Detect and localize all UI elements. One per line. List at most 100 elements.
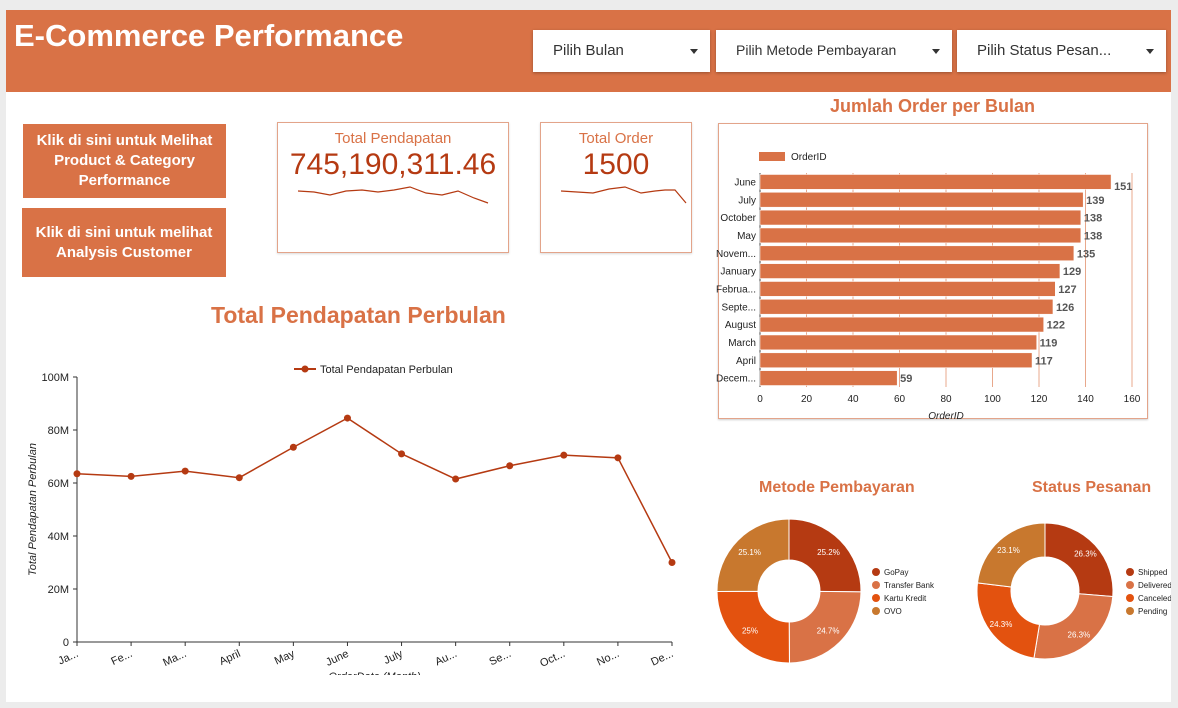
bar-value-label: 119 [1040,337,1058,349]
bar-value-label: 139 [1086,195,1104,207]
legend-marker [872,594,880,602]
revenue-sparkline [297,186,489,204]
y-tick-label: July [738,195,756,206]
x-tick-label: 120 [1031,394,1048,405]
legend-marker [872,568,880,576]
status-donut-chart: 26.3% 26.3% 24.3% 23.1% Shipped Delivered Canc… [976,522,1171,660]
x-axis-title: OrderDate (Month) [328,671,421,675]
y-axis-title: Total Pendapatan Perbulan [27,443,39,576]
y-tick-label: January [720,267,756,278]
data-point [398,450,406,458]
chevron-down-icon [690,49,698,54]
data-point [614,454,622,462]
bar-value-label: 117 [1035,355,1053,367]
bar-value-label: 122 [1047,320,1065,332]
data-point [127,472,135,480]
legend-label: Kartu Kredit [884,594,927,603]
donut-slice [1044,522,1114,598]
legend-marker [872,607,880,615]
slice-value-label: 25.1% [738,548,761,557]
x-tick-label: 140 [1077,394,1094,405]
orders-scorecard-value: 1500 [582,148,650,181]
status-pie-title: Status Pesanan [1032,479,1152,496]
legend-label: Total Pendapatan Perbulan [320,364,453,376]
legend-label: Shipped [1138,568,1167,577]
header-bar: E-Commerce Performance Pilih Bulan Pilih… [6,10,1171,92]
y-tick-label: June [734,177,756,188]
analysis-customer-button[interactable]: Klik di sini untuk melihat Analysis Cust… [22,208,226,277]
bar-value-label: 151 [1114,181,1132,193]
x-tick-label: Fe... [109,648,134,668]
y-tick-label: August [725,320,756,331]
x-tick-label: June [324,648,351,669]
bar [759,192,1084,208]
revenue-scorecard-value: 745,190,311.46 [289,148,497,181]
legend-marker [872,581,880,589]
payment-filter-dropdown[interactable]: Pilih Metode Pembayaran [716,30,952,72]
data-point [73,470,81,478]
legend-marker [1126,607,1134,615]
y-tick-label: Novem... [716,249,756,260]
bar [759,334,1037,351]
slice-value-label: 26.3% [1074,550,1097,559]
bar [759,245,1075,261]
y-tick-label: 0 [63,637,69,649]
data-point [235,474,243,482]
orders-bar-chart: OrderID 0 20 40 60 80 100 120 140 160 June 151 July 1… [716,152,1141,422]
x-tick-label: 40 [847,394,859,405]
x-tick-label: Se... [487,648,513,668]
legend-label: Pending [1138,607,1167,616]
bar [759,263,1061,279]
status-filter-dropdown[interactable]: Pilih Status Pesan... [957,30,1166,72]
bar-value-label: 59 [900,373,912,385]
dashboard-canvas: E-Commerce Performance Pilih Bulan Pilih… [6,10,1171,702]
month-filter-dropdown[interactable]: Pilih Bulan [533,30,710,72]
x-tick-label: 80 [940,394,952,405]
x-tick-label: Ma... [161,648,188,669]
x-axis-title: OrderID [928,411,964,422]
bar-value-label: 135 [1077,248,1095,260]
y-tick-label: Decem... [716,374,756,385]
slice-value-label: 24.7% [817,626,840,635]
x-tick-label: 0 [757,394,763,405]
bar [759,174,1112,190]
donut-slice [1033,593,1114,660]
orders-sparkline [560,186,687,204]
chevron-down-icon [1146,49,1154,54]
slice-value-label: 25.2% [817,548,840,557]
orders-scorecard: Total Order 1500 [540,122,692,253]
y-tick-label: 40M [48,531,69,543]
legend-marker [1126,581,1134,589]
revenue-line-chart: Total Pendapatan Perbulan 0 20M 40M 60M 80M 10… [27,364,676,675]
y-tick-label: 60M [48,478,69,490]
orders-scorecard-label: Total Order [578,130,654,147]
x-tick-label: Au... [433,648,459,668]
month-filter-label: Pilih Bulan [553,42,624,59]
legend-swatch [759,152,785,161]
bar-value-label: 129 [1063,266,1081,278]
slice-value-label: 26.3% [1068,630,1091,639]
slice-value-label: 25% [742,626,758,635]
bar-value-label: 138 [1084,213,1102,225]
legend-label: OrderID [791,152,827,163]
page-title: E-Commerce Performance [14,18,404,53]
revenue-scorecard: Total Pendapatan 745,190,311.46 [277,122,509,253]
y-tick-label: October [720,213,756,224]
y-tick-label: 100M [41,372,69,384]
legend-label: OVO [884,607,902,616]
bar [759,370,898,386]
product-category-button-label: Klik di sini untuk Melihat Product & Cat… [36,132,213,189]
bar-value-label: 127 [1058,284,1076,296]
legend-label: Transfer Bank [884,581,935,590]
legend-marker [1126,594,1134,602]
x-tick-label: Ja... [56,648,80,668]
bar [759,281,1056,297]
bar [759,316,1044,333]
y-tick-label: 20M [48,584,69,596]
legend-marker [1126,568,1134,576]
donut-slice [976,522,1046,588]
x-tick-label: May [273,648,297,668]
bar-value-label: 138 [1084,230,1102,242]
legend-marker [301,365,309,373]
product-category-button[interactable]: Klik di sini untuk Melihat Product & Cat… [23,124,226,198]
